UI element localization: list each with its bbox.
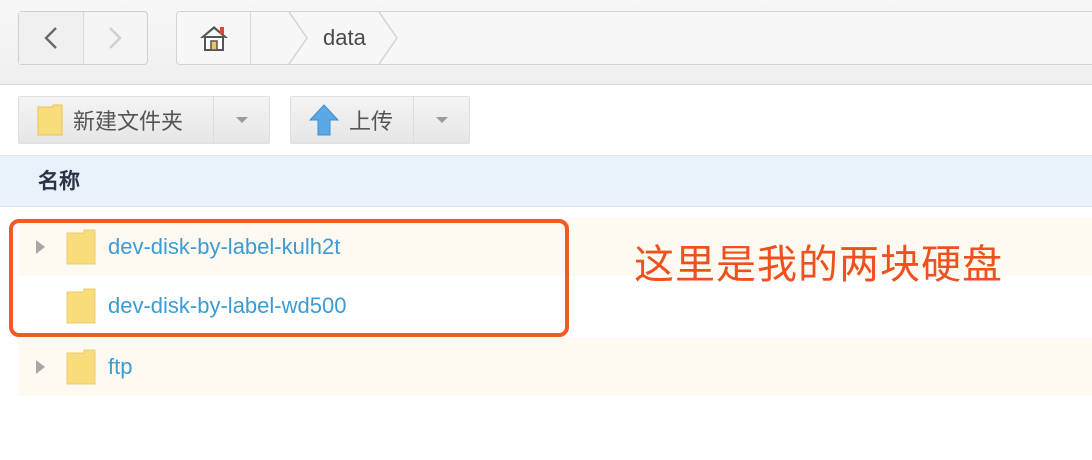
table-row[interactable]: ftp [18,338,1092,396]
upload-label: 上传 [349,109,394,134]
upload-button[interactable]: 上传 [290,96,470,144]
upload-dropdown[interactable] [413,97,469,143]
upload-main: 上传 [291,97,393,143]
new-folder-label: 新建文件夹 [73,109,184,134]
forward-button[interactable] [84,12,148,64]
new-folder-button[interactable]: 新建文件夹 [18,96,270,144]
chevron-left-icon [44,27,57,49]
column-header: 名称 [0,155,1092,207]
breadcrumb-separator [288,12,308,64]
folder-icon [37,104,63,136]
upload-arrow-icon [309,104,339,136]
chevron-right-icon [109,27,122,49]
expand-arrow-icon[interactable] [34,359,46,375]
breadcrumb-separator [378,12,398,64]
new-folder-dropdown[interactable] [213,97,269,143]
folder-icon [66,349,96,385]
top-navigation-bar: data [0,0,1092,85]
breadcrumb-home[interactable] [177,12,251,64]
annotation-text: 这里是我的两块硬盘 [634,242,1003,288]
file-name-link[interactable]: ftp [108,338,132,396]
back-button[interactable] [19,12,84,64]
history-navigation [18,11,148,65]
column-header-name[interactable]: 名称 [38,156,80,208]
home-icon [199,26,228,51]
annotation-highlight-box [9,219,569,337]
breadcrumb: data [176,11,1092,65]
new-folder-main: 新建文件夹 [19,97,183,143]
caret-down-icon [435,117,448,123]
caret-down-icon [235,117,248,123]
breadcrumb-item-data[interactable]: data [323,12,366,64]
